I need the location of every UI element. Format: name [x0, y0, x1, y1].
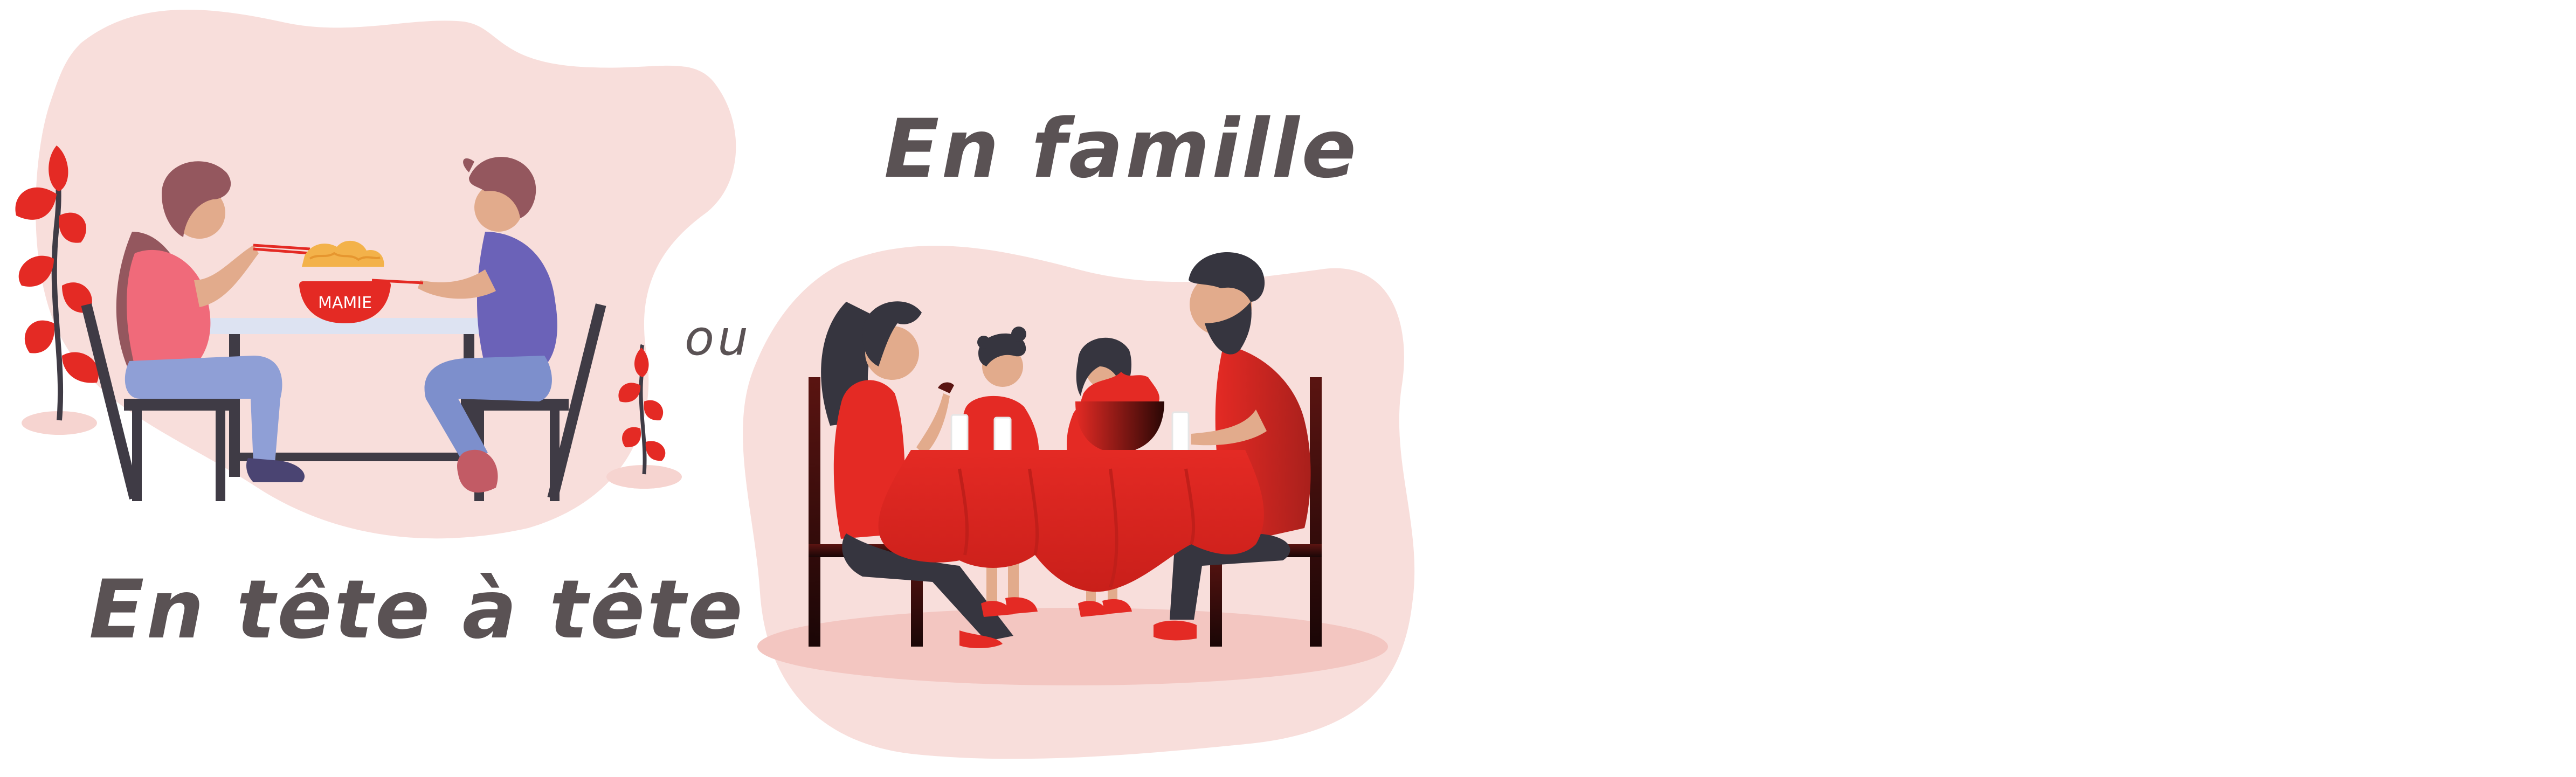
couple-caption: En tête à tête	[89, 563, 745, 657]
family-dining-illustration	[743, 246, 1415, 759]
couple-dining-illustration: MAMIE	[15, 9, 736, 539]
family-caption: En famille	[884, 102, 1359, 196]
noodle-bowl-icon: MAMIE	[299, 240, 391, 323]
family-floor-shadow	[757, 608, 1388, 685]
bowl-label: MAMIE	[318, 294, 372, 313]
or-separator: ou	[685, 310, 752, 366]
